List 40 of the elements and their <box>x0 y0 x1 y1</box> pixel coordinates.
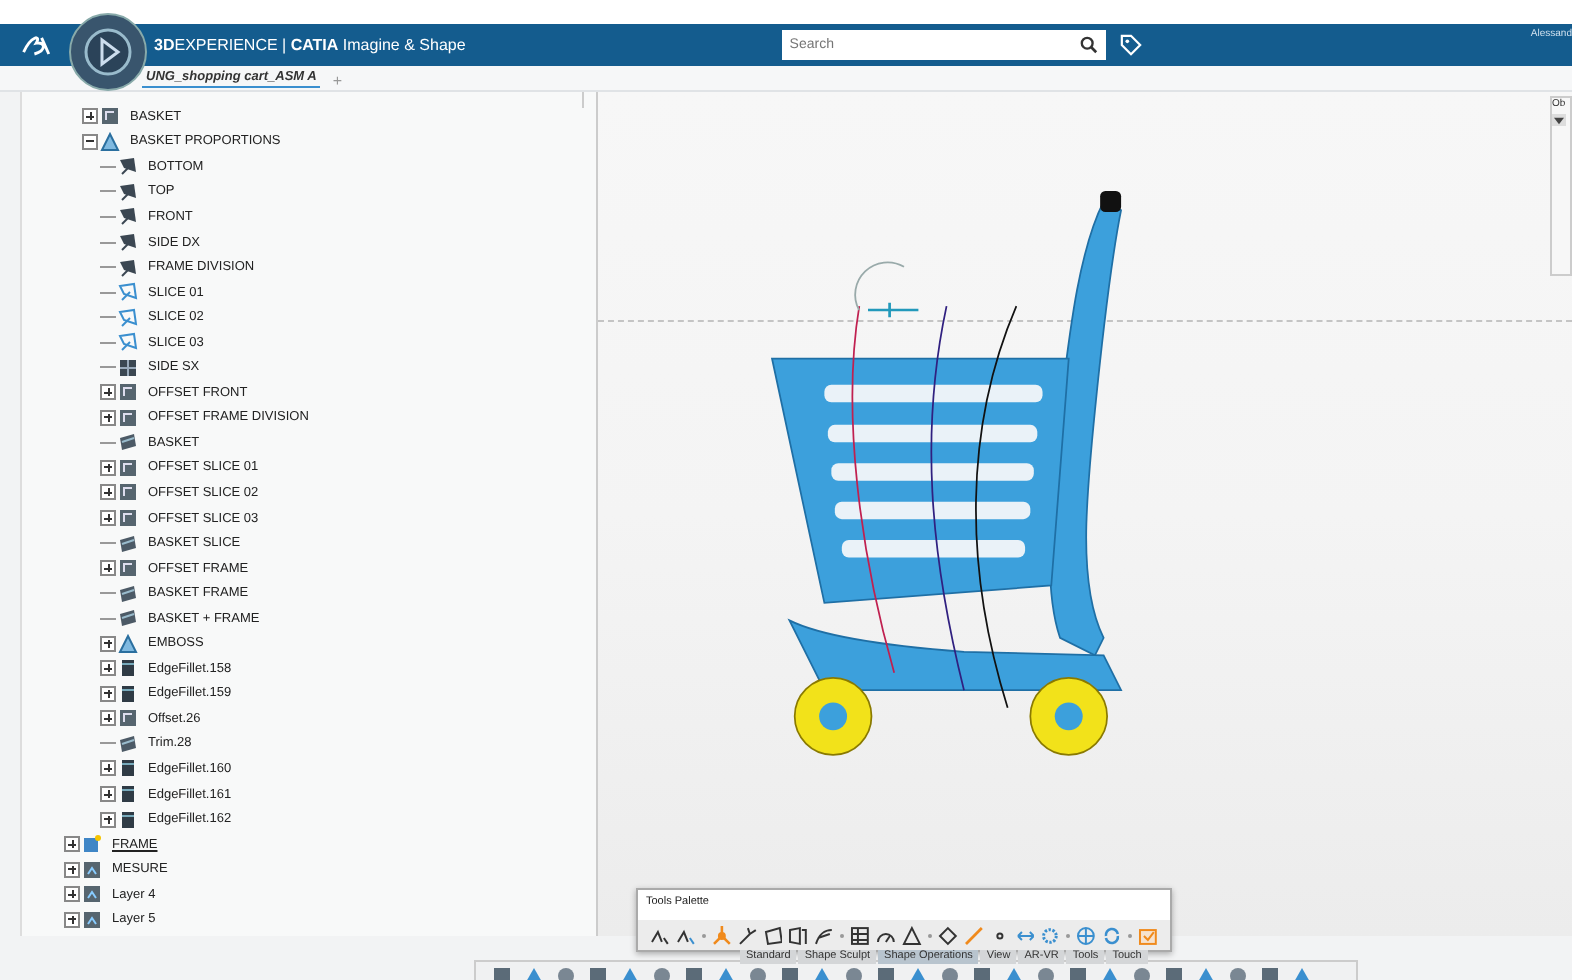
expand-toggle-icon[interactable] <box>100 786 116 803</box>
expand-toggle-icon[interactable] <box>100 635 116 652</box>
filter-icon <box>1554 115 1564 125</box>
app-title: 3DEXPERIENCE | CATIA Imagine & Shape <box>154 36 466 54</box>
expand-toggle-icon[interactable] <box>100 710 116 727</box>
expand-toggle-icon[interactable] <box>100 510 116 527</box>
expand-toggle-icon[interactable] <box>100 811 116 828</box>
expand-toggle-icon[interactable] <box>100 409 116 426</box>
plane-icon <box>118 232 138 252</box>
expand-toggle-icon[interactable] <box>100 459 116 476</box>
filter-button[interactable] <box>1552 114 1566 126</box>
search-icon[interactable] <box>1079 36 1098 54</box>
grid-icon[interactable] <box>850 925 871 945</box>
expand-toggle-icon[interactable] <box>64 861 80 878</box>
expand-toggle-icon[interactable] <box>64 886 80 903</box>
expand-toggle-icon[interactable] <box>100 685 116 702</box>
curve-icon[interactable] <box>675 925 696 945</box>
expand-toggle-icon[interactable] <box>82 108 98 125</box>
plane-icon <box>118 156 138 177</box>
plane-icon <box>118 181 138 202</box>
angle-icon[interactable] <box>901 925 922 945</box>
expand-toggle-icon[interactable] <box>100 760 116 777</box>
diamond-icon[interactable] <box>937 925 958 945</box>
expand-toggle-icon[interactable] <box>100 660 116 677</box>
expand-toggle-icon[interactable] <box>64 836 80 853</box>
plane-outline-icon <box>118 332 138 353</box>
plane-icon <box>118 206 138 227</box>
expand-toggle-icon[interactable] <box>100 484 116 501</box>
expand-toggle-icon[interactable] <box>100 560 116 577</box>
curve-icon[interactable] <box>650 925 670 945</box>
expand-toggle-icon[interactable] <box>100 384 116 401</box>
plane-icon <box>118 257 138 278</box>
cycle-icon[interactable] <box>1102 925 1123 945</box>
plane-outline-icon <box>118 307 138 328</box>
logo-icon[interactable] <box>20 32 56 58</box>
plane-outline-icon <box>118 282 138 303</box>
tag-icon[interactable] <box>1119 34 1142 56</box>
collapse-toggle-icon[interactable] <box>82 133 98 150</box>
line-icon[interactable] <box>737 925 758 945</box>
expand-toggle-icon[interactable] <box>64 911 80 928</box>
